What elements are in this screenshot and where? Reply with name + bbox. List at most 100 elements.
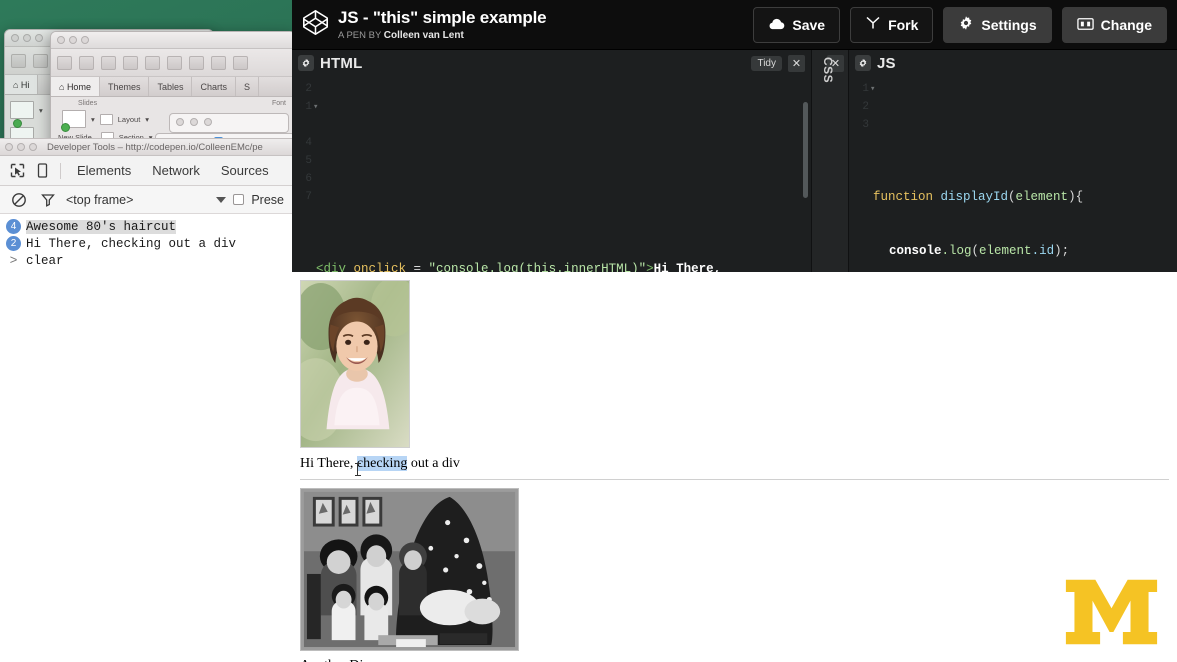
minimize-icon[interactable] bbox=[190, 118, 198, 126]
ribbon-tab-smartart[interactable]: S bbox=[236, 77, 260, 96]
layout-icon[interactable] bbox=[99, 113, 113, 125]
devtools-tab-bar: Elements Network Sources bbox=[0, 156, 292, 186]
close-icon[interactable] bbox=[11, 34, 19, 42]
new-slide-icon[interactable] bbox=[13, 119, 22, 128]
minimize-icon[interactable] bbox=[69, 36, 77, 44]
code-token: "console.log(this.innerHTML)" bbox=[428, 262, 647, 272]
console-row[interactable]: 4 Awesome 80's haircut bbox=[0, 218, 292, 235]
clear-console-icon[interactable] bbox=[8, 189, 30, 211]
change-view-button[interactable]: Change bbox=[1061, 6, 1167, 43]
frame-selector[interactable]: <top frame> bbox=[66, 193, 133, 207]
gear-icon bbox=[958, 15, 974, 34]
window-toolbar bbox=[51, 49, 292, 77]
selected-text: checking bbox=[356, 456, 408, 471]
minimize-icon[interactable] bbox=[17, 143, 25, 151]
css-editor-collapsed[interactable]: ✕ CSS bbox=[812, 50, 849, 272]
tab-sources[interactable]: Sources bbox=[212, 163, 278, 178]
preview-caption-1[interactable]: Hi There, checking out a div bbox=[300, 456, 460, 476]
close-icon[interactable] bbox=[176, 118, 184, 126]
css-editor-label: CSS bbox=[821, 57, 835, 84]
pen-header: JS - "this" simple example A PEN BY Coll… bbox=[292, 0, 1177, 50]
console-prompt-row[interactable]: > clear bbox=[0, 252, 292, 269]
code-token: = bbox=[406, 262, 429, 272]
close-icon[interactable]: ✕ bbox=[788, 54, 805, 72]
maximize-icon[interactable] bbox=[29, 143, 37, 151]
filter-icon[interactable] bbox=[37, 189, 59, 211]
code-token: onclick bbox=[353, 262, 407, 272]
ribbon-tab-home[interactable]: ⌂ Hi bbox=[5, 75, 39, 94]
paste-icon[interactable] bbox=[189, 55, 204, 70]
console-input[interactable]: clear bbox=[26, 254, 64, 268]
pen-title-block: JS - "this" simple example A PEN BY Coll… bbox=[338, 8, 753, 41]
js-editor-label: JS bbox=[877, 54, 896, 72]
girl-portrait-photo[interactable] bbox=[300, 280, 410, 448]
preserve-log-checkbox[interactable] bbox=[233, 194, 245, 205]
maximize-icon[interactable] bbox=[81, 36, 89, 44]
console-row[interactable]: 2 Hi There, checking out a div bbox=[0, 235, 292, 252]
device-toolbar-icon[interactable] bbox=[31, 160, 53, 182]
layout-label[interactable]: Layout bbox=[118, 115, 141, 124]
close-icon[interactable] bbox=[57, 36, 65, 44]
save-button[interactable]: Save bbox=[753, 6, 841, 43]
js-code-area[interactable]: 1 2 3 ▾ function displayId(element){ con… bbox=[849, 76, 1177, 272]
cut-icon[interactable] bbox=[145, 55, 160, 70]
ribbon-tab-themes[interactable]: Themes bbox=[100, 77, 150, 96]
codepen-logo-icon[interactable] bbox=[302, 9, 329, 41]
code-token: function bbox=[873, 190, 941, 204]
caption-text-before: Hi There, bbox=[300, 456, 357, 471]
minimize-icon[interactable] bbox=[23, 34, 31, 42]
tab-network[interactable]: Network bbox=[143, 163, 209, 178]
code-token: element bbox=[979, 244, 1032, 258]
toolbar-icon[interactable] bbox=[11, 53, 26, 68]
gear-icon[interactable] bbox=[298, 55, 314, 71]
change-view-button-label: Change bbox=[1100, 16, 1152, 33]
ribbon-tab-tables[interactable]: Tables bbox=[149, 77, 193, 96]
toolbar-icon[interactable] bbox=[33, 53, 48, 68]
tidy-button[interactable]: Tidy bbox=[751, 55, 782, 71]
tab-elements[interactable]: Elements bbox=[68, 163, 140, 178]
caption-text-after: out a div bbox=[407, 456, 460, 471]
code-token: .id bbox=[1031, 244, 1055, 258]
js-editor[interactable]: JS 1 2 3 ▾ function displayId(element){ … bbox=[849, 50, 1177, 272]
slide-thumbnail bbox=[10, 101, 34, 119]
maximize-icon[interactable] bbox=[35, 34, 43, 42]
preview-pane[interactable]: Hi There, checking out a div bbox=[292, 272, 1177, 662]
preview-caption-2[interactable]: Another Div bbox=[300, 658, 1169, 662]
editor-strip: HTML Tidy ✕ 2 1 4 5 6 7 ▾ <div onclick =… bbox=[292, 50, 1177, 272]
html-editor-scrollbar[interactable] bbox=[803, 102, 808, 198]
window-titlebar bbox=[51, 32, 292, 49]
copy-icon[interactable] bbox=[167, 55, 182, 70]
console-message: Hi There, checking out a div bbox=[26, 236, 237, 251]
close-icon[interactable] bbox=[5, 143, 13, 151]
open-icon[interactable] bbox=[79, 55, 94, 70]
html-code-area[interactable]: 2 1 4 5 6 7 ▾ <div onclick = "console.lo… bbox=[292, 76, 811, 272]
fold-arrow-icon[interactable]: ▾ bbox=[313, 98, 318, 116]
print-icon[interactable] bbox=[123, 55, 138, 70]
js-code-text: function displayId(element){ console.log… bbox=[873, 152, 1169, 272]
fold-arrow-icon[interactable]: ▾ bbox=[870, 80, 875, 98]
html-editor[interactable]: HTML Tidy ✕ 2 1 4 5 6 7 ▾ <div onclick =… bbox=[292, 50, 812, 272]
fork-button[interactable]: Fork bbox=[850, 6, 934, 43]
devtools-titlebar: Developer Tools – http://codepen.io/Coll… bbox=[0, 139, 292, 156]
family-christmas-photo[interactable] bbox=[300, 488, 519, 651]
byline-author[interactable]: Colleen van Lent bbox=[384, 30, 464, 41]
ribbon-tab-charts[interactable]: Charts bbox=[192, 77, 236, 96]
cloud-icon bbox=[768, 17, 785, 33]
inspect-element-icon[interactable] bbox=[6, 160, 28, 182]
format-painter-icon[interactable] bbox=[211, 55, 226, 70]
maximize-icon[interactable] bbox=[204, 118, 212, 126]
console-output: 4 Awesome 80's haircut 2 Hi There, check… bbox=[0, 214, 292, 269]
fold-arrow-icon[interactable] bbox=[313, 188, 318, 206]
background-window-front[interactable]: ⌂ Home Themes Tables Charts S Slides Fon… bbox=[50, 31, 292, 149]
code-token: ); bbox=[1054, 244, 1070, 258]
ribbon-tab-home[interactable]: ⌂ Home bbox=[51, 77, 100, 96]
group-label-font: Font bbox=[271, 100, 286, 107]
new-icon[interactable] bbox=[57, 55, 72, 70]
new-slide-plus-icon[interactable] bbox=[61, 123, 70, 132]
console-count-badge: 2 bbox=[6, 236, 21, 251]
chevron-down-icon[interactable] bbox=[216, 196, 227, 203]
settings-button[interactable]: Settings bbox=[943, 6, 1052, 43]
undo-icon[interactable] bbox=[233, 55, 248, 70]
save-icon[interactable] bbox=[101, 55, 116, 70]
gear-icon[interactable] bbox=[855, 55, 871, 71]
